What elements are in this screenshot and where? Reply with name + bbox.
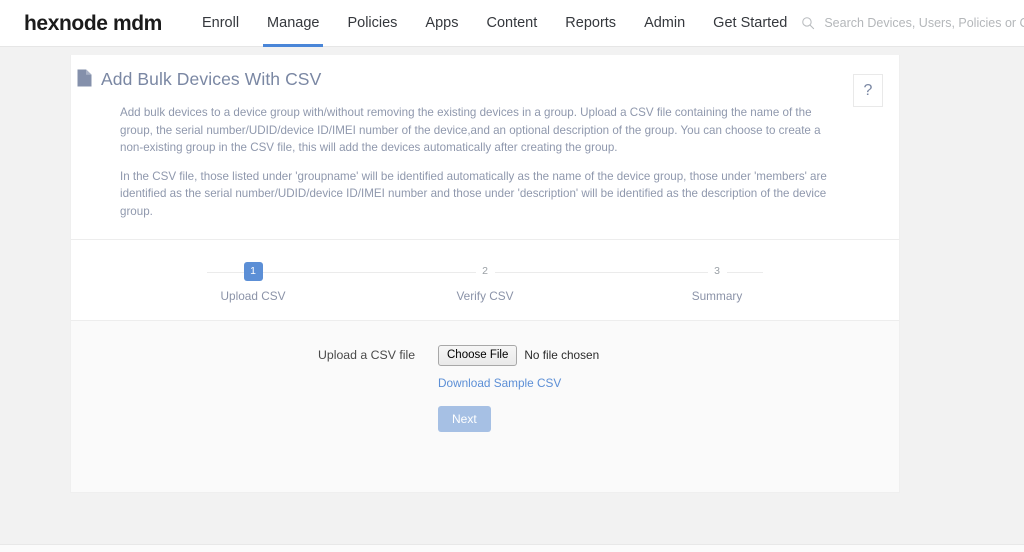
nav-item-admin[interactable]: Admin [630,0,699,47]
nav-item-label: Get Started [713,15,788,31]
upload-form-panel: Upload a CSV file Choose File No file ch… [71,319,899,492]
next-button-row: Next [191,405,899,432]
file-status-text: No file chosen [524,348,600,363]
page-body: Add Bulk Devices With CSV ? Add bulk dev… [0,47,1024,552]
nav-item-label: Policies [347,15,398,31]
help-button[interactable]: ? [853,74,883,107]
description-paragraph-1: Add bulk devices to a device group with/… [120,106,821,155]
description-block: Add bulk devices to a device group with/… [77,90,879,221]
nav-item-apps[interactable]: Apps [411,0,472,47]
step-badge: 3 [707,261,727,281]
search-icon [801,16,815,30]
nav-item-label: Apps [425,15,459,31]
nav-item-content[interactable]: Content [472,0,551,47]
global-search[interactable] [801,15,1024,31]
app-logo[interactable]: hexnode mdm [24,13,162,34]
upload-csv-label: Upload a CSV file [318,348,416,363]
step-label: Verify CSV [456,288,514,303]
footer-strip [0,544,1024,552]
nav-item-reports[interactable]: Reports [551,0,630,47]
sample-csv-row: Download Sample CSV [191,375,899,390]
nav-item-policies[interactable]: Policies [333,0,411,47]
top-navigation-bar: hexnode mdm Enroll Manage Policies Apps … [0,0,1024,47]
card-header: Add Bulk Devices With CSV ? Add bulk dev… [71,55,899,239]
nav-item-enroll[interactable]: Enroll [188,0,253,47]
content-card: Add Bulk Devices With CSV ? Add bulk dev… [70,55,900,493]
next-button[interactable]: Next [438,405,491,432]
description-paragraph-2: In the CSV file, those listed under 'gro… [120,169,827,219]
step-upload-csv[interactable]: 1 Upload CSV [137,261,369,303]
choose-file-button[interactable]: Choose File [438,344,518,366]
search-input[interactable] [822,15,1024,31]
help-icon: ? [863,81,873,99]
page-title-row: Add Bulk Devices With CSV [77,69,879,90]
nav-item-label: Content [486,15,538,31]
upload-file-row: Upload a CSV file Choose File No file ch… [71,344,899,366]
nav-item-label: Manage [267,15,320,31]
wizard-stepper: 1 Upload CSV 2 Verify CSV 3 Summary [71,239,899,320]
step-badge: 1 [243,261,263,281]
step-badge: 2 [475,261,495,281]
nav-item-get-started[interactable]: Get Started [699,0,801,47]
nav-item-label: Admin [644,15,686,31]
nav-item-label: Reports [565,15,617,31]
main-nav: Enroll Manage Policies Apps Content Repo… [188,0,801,47]
step-verify-csv[interactable]: 2 Verify CSV [369,261,601,303]
page-title: Add Bulk Devices With CSV [101,68,322,89]
step-label: Summary [691,288,743,303]
nav-item-label: Enroll [201,15,240,31]
download-sample-csv-link[interactable]: Download Sample CSV [438,376,561,390]
step-label: Upload CSV [220,288,286,303]
document-icon [77,69,92,90]
file-input-group[interactable]: Choose File No file chosen [438,344,600,366]
step-summary[interactable]: 3 Summary [601,261,833,303]
nav-item-manage[interactable]: Manage [253,0,333,47]
